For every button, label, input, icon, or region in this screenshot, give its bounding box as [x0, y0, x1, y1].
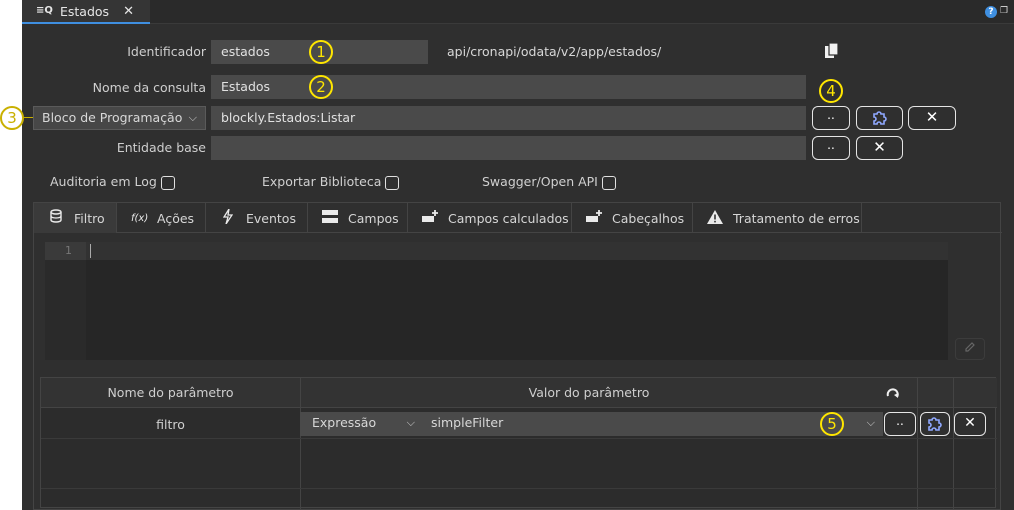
tab-tratamento-de-erros[interactable]: Tratamento de erros — [693, 203, 862, 233]
active-line — [45, 242, 948, 260]
entidade-input[interactable] — [211, 136, 806, 160]
identificador-label: Identificador — [127, 44, 206, 59]
swagger-label: Swagger/Open API — [482, 174, 598, 189]
col-divider-2 — [917, 378, 918, 509]
tab-estados[interactable]: ≡Q Estados ✕ — [22, 0, 150, 24]
warning-icon — [707, 209, 723, 227]
source-type-value: Bloco de Programação — [42, 110, 183, 125]
param-blockly-button[interactable] — [920, 412, 950, 436]
auditoria-checkbox-row[interactable]: Auditoria em Log — [50, 174, 175, 190]
auditoria-checkbox[interactable] — [160, 175, 175, 190]
add-field-icon — [422, 210, 438, 226]
refresh-icon[interactable] — [885, 386, 901, 402]
marker-3-line — [24, 117, 33, 118]
param-type-select[interactable]: Expressão ⌵ — [300, 412, 423, 436]
help-icon[interactable]: ? — [985, 6, 997, 18]
tab-eventos-label: Eventos — [246, 210, 296, 226]
query-icon: ≡Q — [36, 5, 53, 16]
tab-cabecalhos[interactable]: Cabeçalhos — [572, 203, 693, 233]
col-divider-3 — [953, 378, 954, 509]
source-type-select[interactable]: Bloco de Programação ⌵ — [33, 106, 206, 130]
marker-3: 3 — [0, 106, 24, 130]
endpoint-url: api/cronapi/odata/v2/app/estados/ — [447, 44, 662, 59]
tab-campos-calculados[interactable]: Campos calculados — [408, 203, 572, 233]
puzzle-icon — [872, 111, 887, 125]
tab-filtro-label: Filtro — [74, 210, 105, 226]
marker-5: 5 — [820, 412, 844, 436]
database-icon — [48, 209, 64, 227]
exportar-checkbox[interactable] — [385, 175, 400, 190]
app-window: ≡Q Estados ✕ ? ❐ Identificador estados 1… — [0, 0, 1014, 510]
col-param-value: Valor do parâmetro — [528, 385, 650, 400]
tab-campos-label: Campos — [348, 210, 399, 226]
lightning-icon — [220, 208, 236, 227]
col-divider-1 — [300, 378, 301, 509]
marker-1: 1 — [309, 40, 333, 64]
parameters-table: Nome do parâmetro Valor do parâmetro fil… — [40, 377, 997, 509]
chevron-down-icon: ⌵ — [188, 111, 197, 124]
param-browse-button[interactable]: .. — [884, 412, 916, 436]
function-icon: f(x) — [131, 212, 149, 224]
pencil-icon — [965, 342, 975, 352]
exportar-checkbox-row[interactable]: Exportar Biblioteca — [262, 174, 400, 190]
tab-cabecalhos-label: Cabeçalhos — [612, 210, 685, 226]
row-divider-2 — [41, 488, 997, 489]
tab-campos-calculados-label: Campos calculados — [448, 210, 569, 226]
swagger-checkbox-row[interactable]: Swagger/Open API — [482, 174, 616, 190]
marker-4: 4 — [819, 79, 843, 103]
document-tab-bar: ≡Q Estados ✕ ? ❐ — [22, 0, 1014, 24]
query-settings-panel: Filtro f(x) Ações Eventos Campos Campos … — [33, 202, 1002, 510]
marker-2: 2 — [309, 75, 333, 99]
edit-pencil-button[interactable] — [955, 338, 985, 360]
inner-tab-bar: Filtro f(x) Ações Eventos Campos Campos … — [34, 203, 1002, 233]
puzzle-icon — [928, 417, 942, 431]
exportar-label: Exportar Biblioteca — [262, 174, 382, 189]
clear-source-button[interactable]: ✕ — [908, 106, 956, 130]
add-header-icon — [586, 210, 602, 226]
chevron-down-icon: ⌵ — [406, 416, 415, 429]
param-name-filtro: filtro — [156, 417, 185, 432]
text-cursor — [90, 244, 91, 258]
clear-entity-button[interactable]: ✕ — [856, 136, 903, 160]
tab-acoes-label: Ações — [157, 210, 195, 226]
browse-source-button[interactable]: .. — [812, 106, 850, 130]
copy-icon[interactable] — [824, 42, 840, 60]
browse-entity-button[interactable]: .. — [812, 136, 850, 160]
tab-title: Estados — [60, 3, 110, 19]
auditoria-label: Auditoria em Log — [50, 174, 157, 189]
nome-label: Nome da consulta — [92, 80, 206, 95]
tab-acoes[interactable]: f(x) Ações — [117, 203, 206, 233]
tab-tratamento-label: Tratamento de erros — [733, 210, 860, 226]
param-type-value: Expressão — [312, 415, 377, 430]
swagger-checkbox[interactable] — [601, 175, 616, 190]
chevron-down-icon: ⌵ — [866, 416, 875, 429]
line-number: 1 — [65, 244, 72, 257]
param-value-select[interactable]: simpleFilter ⌵ — [423, 412, 883, 436]
nome-input[interactable]: Estados — [211, 75, 806, 99]
param-clear-button[interactable]: ✕ — [954, 412, 986, 436]
param-value: simpleFilter — [431, 415, 504, 430]
blockly-editor-button[interactable] — [856, 106, 903, 130]
filter-code-editor[interactable]: 1 — [45, 242, 948, 360]
tab-filtro[interactable]: Filtro — [34, 203, 117, 233]
tab-campos[interactable]: Campos — [308, 203, 408, 233]
entidade-label: Entidade base — [116, 140, 206, 155]
close-tab-icon[interactable]: ✕ — [123, 4, 134, 19]
tab-eventos[interactable]: Eventos — [206, 203, 308, 233]
restore-window-icon[interactable]: ❐ — [1000, 6, 1010, 16]
fields-icon — [322, 210, 338, 226]
line-gutter-body — [45, 260, 86, 360]
source-value-input[interactable]: blockly.Estados:Listar — [211, 106, 806, 130]
col-param-name: Nome do parâmetro — [107, 385, 234, 400]
